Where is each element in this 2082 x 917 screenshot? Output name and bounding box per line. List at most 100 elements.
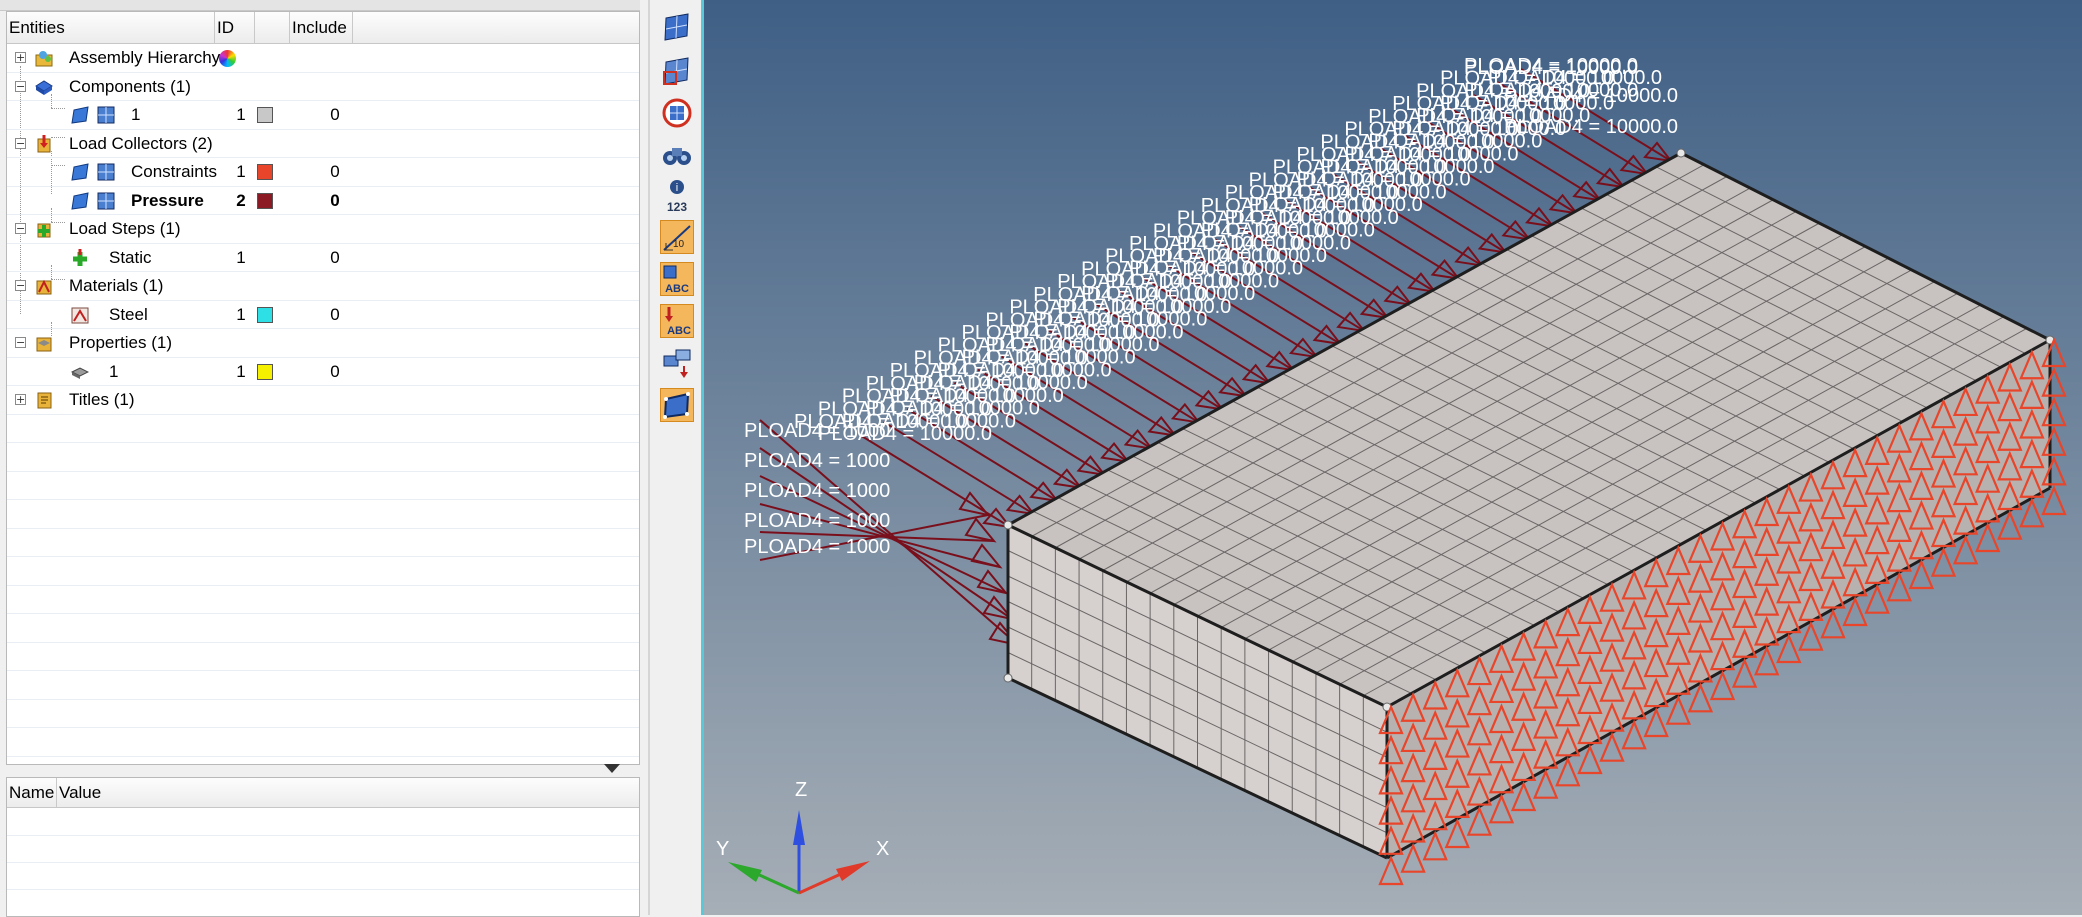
display-mesh-icon[interactable] (97, 106, 115, 124)
display-mesh-icon[interactable] (97, 163, 115, 181)
constraint-triangle (1798, 620, 1824, 651)
entity-id: 1 (236, 162, 246, 181)
load-label: PLOAD4 = 1000 (744, 510, 890, 532)
tree-row-load-steps[interactable]: − Load Steps (1) (7, 215, 639, 244)
expand-plus-icon[interactable]: + (15, 394, 26, 405)
empty-row (7, 500, 639, 529)
tree-row-steel[interactable]: Steel 1 0 (7, 301, 639, 329)
collapse-minus-icon[interactable]: − (15, 280, 26, 291)
constraint-triangle (1687, 682, 1714, 713)
node-marker (1003, 520, 1013, 530)
display-elements-icon[interactable] (71, 163, 89, 181)
entity-properties-table[interactable]: Name Value (6, 777, 640, 917)
tree-label: Properties (1) (69, 333, 172, 352)
empty-row (7, 643, 639, 671)
svg-text:ABC: ABC (665, 283, 689, 295)
panel-splitter-arrow-icon[interactable] (604, 764, 620, 773)
load-label: PLOAD4 = 10000.0 (1504, 85, 1678, 107)
scale-button[interactable]: 10 (660, 220, 694, 254)
transform-button[interactable] (660, 346, 694, 380)
entity-include: 0 (330, 190, 340, 210)
tree-row-components[interactable]: − Components (1) (7, 73, 639, 101)
scale-label: 10 (673, 239, 685, 250)
constraint-triangle (1444, 818, 1470, 849)
collapse-minus-icon[interactable]: − (15, 223, 26, 234)
column-header-include[interactable]: Include (289, 12, 353, 43)
axis-triad: Z Y X (716, 779, 889, 895)
tree-label: Components (1) (69, 76, 191, 96)
empty-row (7, 835, 639, 863)
load-label-abc-button[interactable]: ABC (660, 304, 694, 338)
visualization-toolbar: i 123 10 ABC ABC (650, 0, 703, 915)
empty-row (7, 529, 639, 557)
y-axis-arrow (728, 862, 762, 882)
tree-row-static[interactable]: Static 1 0 (7, 244, 639, 272)
collapse-minus-icon[interactable]: − (15, 337, 26, 348)
constraint-triangle (1555, 756, 1581, 787)
column-header-name[interactable]: Name (7, 778, 57, 807)
tree-row-materials[interactable]: − Materials (1) (7, 272, 639, 301)
expand-plus-icon[interactable]: + (15, 52, 26, 63)
empty-row (7, 443, 639, 472)
color-swatch[interactable] (257, 107, 273, 123)
load-label: PLOAD4 = 1000 (744, 450, 890, 472)
tree-row-constraints[interactable]: Constraints 1 0 (7, 158, 639, 187)
color-swatch[interactable] (257, 306, 273, 323)
graphics-viewport[interactable]: PLOAD4 = 10000.0 PLOAD4 = 10000.0 PLOAD4 =… (704, 0, 2082, 915)
column-header-id[interactable]: ID (215, 12, 255, 67)
tree-row-properties[interactable]: − Properties (1) (7, 329, 639, 358)
tree-label: Load Steps (1) (69, 219, 181, 238)
color-swatch[interactable] (257, 164, 273, 180)
tree-row-property-1[interactable]: 1 1 0 (7, 358, 639, 386)
empty-row (7, 671, 639, 700)
load-label: PLOAD4 = 10000.0 (1464, 57, 1638, 79)
tree-row-assembly-hierarchy[interactable]: + Assembly Hierarchy (7, 44, 639, 73)
constraint-triangle (1665, 694, 1691, 725)
display-mesh-icon[interactable] (97, 192, 115, 210)
mesh-view-button[interactable] (660, 10, 694, 44)
constraint-triangle (1422, 830, 1448, 861)
tree-row-load-collectors[interactable]: − Load Collectors (2) (7, 130, 639, 158)
y-axis-label: Y (716, 838, 729, 860)
entity-numbers-button[interactable]: i 123 (660, 178, 694, 214)
tree-label: Titles (1) (69, 390, 135, 409)
column-header-id-label: ID (217, 18, 234, 37)
label-abc-button[interactable]: ABC (660, 262, 694, 296)
load-step-icon (73, 248, 87, 266)
load-label-abc-icon: ABC (665, 307, 691, 337)
color-swatch[interactable] (257, 363, 273, 380)
column-header-value[interactable]: Value (57, 778, 639, 807)
tree-row-pressure[interactable]: Pressure 2 0 (7, 187, 639, 215)
x-axis-label: X (876, 838, 889, 860)
tree-label: 1 (109, 361, 119, 381)
find-button[interactable] (660, 138, 694, 172)
display-elements-icon[interactable] (71, 191, 89, 210)
tree-row-titles[interactable]: + Titles (1) (7, 386, 639, 415)
constraint-triangle (1864, 583, 1890, 614)
collapse-minus-icon[interactable]: − (15, 137, 26, 149)
model-scene[interactable]: PLOAD4 = 10000.0 PLOAD4 = 10000.0 PLOAD4 =… (704, 0, 2082, 915)
constraint-triangle (1820, 608, 1846, 639)
entity-tree[interactable]: Entities ID Include + Assembly Hierarchy… (6, 11, 640, 765)
find-binoculars-icon (663, 148, 691, 165)
entity-rows: + Assembly Hierarchy − Components (1) 1 … (7, 44, 639, 764)
mesh-view-icon (664, 13, 689, 41)
materials-icon (36, 279, 52, 295)
constraint-triangle (1908, 559, 1935, 590)
tree-label: Assembly Hierarchy (69, 48, 221, 67)
constraint-triangle (1466, 805, 1493, 836)
constraint-triangle (1997, 509, 2023, 540)
element-color-button[interactable] (660, 96, 694, 130)
column-header-entities[interactable]: Entities (7, 12, 215, 43)
empty-row (7, 862, 639, 890)
tree-label: Constraints (131, 162, 217, 181)
display-elements-icon[interactable] (71, 106, 89, 124)
tree-row-component-1[interactable]: 1 1 0 (7, 101, 639, 130)
entity-id: 1 (236, 247, 246, 267)
constraint-triangle (1488, 793, 1515, 824)
color-swatch[interactable] (257, 192, 273, 209)
component-edges-button[interactable] (660, 388, 694, 422)
collapse-minus-icon[interactable]: − (15, 80, 26, 92)
shaded-elements-button[interactable] (660, 54, 694, 88)
element-color-icon (662, 98, 692, 128)
